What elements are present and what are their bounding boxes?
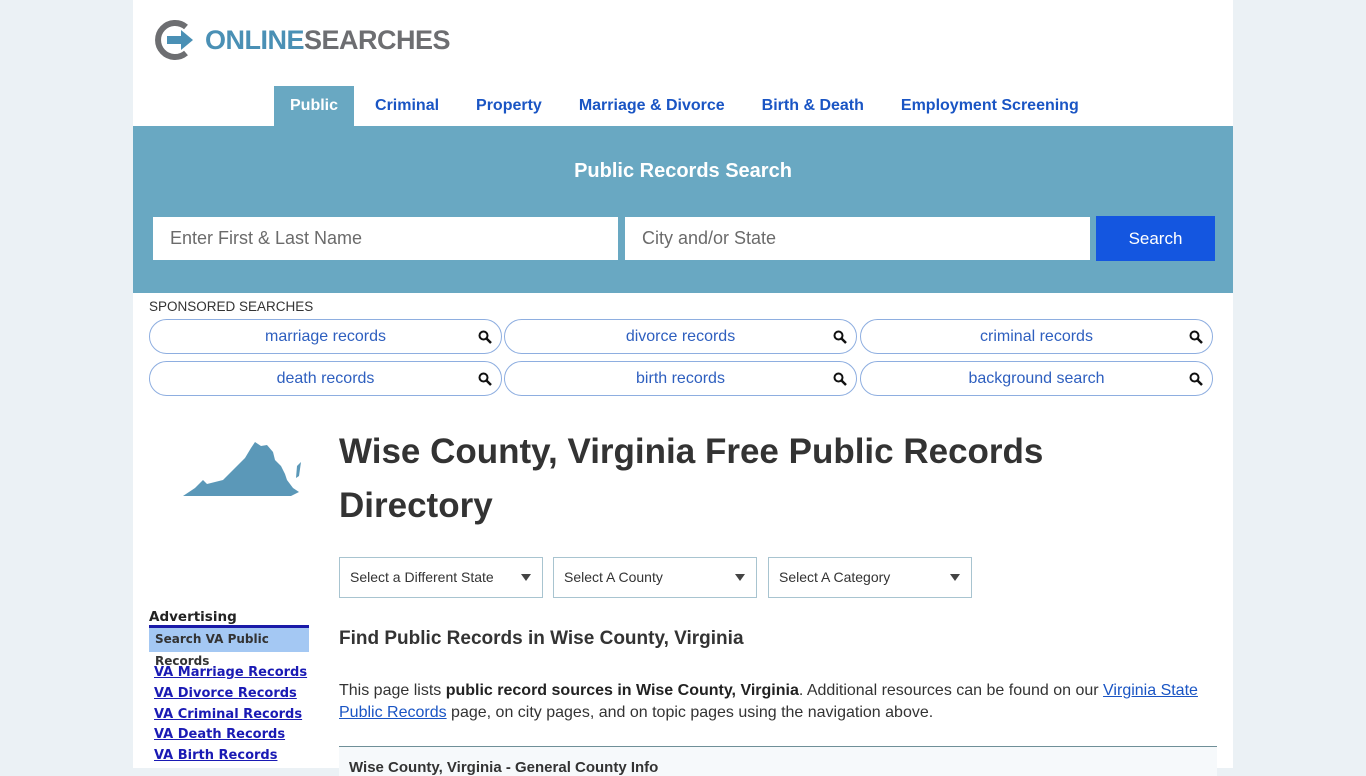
logo-text-online: ONLINE [205,24,305,55]
sidebar-link-death[interactable]: VA Death Records [154,727,285,742]
search-hero: Public Records Search Search [133,126,1233,293]
sponsored-search-pill[interactable]: background search [860,361,1213,396]
search-icon [478,372,492,386]
county-select[interactable]: Select A County [553,557,757,598]
sponsored-search-pill[interactable]: death records [149,361,502,396]
state-select[interactable]: Select a Different State [339,557,543,598]
pill-label: birth records [636,370,725,387]
sidebar-link-divorce[interactable]: VA Divorce Records [154,686,297,701]
intro-text: This page lists [339,682,446,699]
intro-paragraph: This page lists public record sources in… [339,680,1219,724]
logo[interactable]: ONLINESEARCHES [153,18,451,62]
category-select-value: Select A Category [779,569,891,585]
nav-property[interactable]: Property [460,86,558,126]
sidebar-link-marriage[interactable]: VA Marriage Records [154,665,307,680]
city-state-input[interactable] [625,217,1090,260]
nav-marriage-divorce[interactable]: Marriage & Divorce [563,86,741,126]
county-select-value: Select A County [564,569,663,585]
pill-label: criminal records [980,328,1093,345]
advertising-heading: Advertising [149,609,237,625]
sponsored-search-pill[interactable]: marriage records [149,319,502,354]
search-icon [478,330,492,344]
sidebar-link-criminal[interactable]: VA Criminal Records [154,707,302,722]
intro-bold-text: public record sources in Wise County, Vi… [445,682,799,699]
sidebar-link-birth[interactable]: VA Birth Records [154,748,277,763]
name-input[interactable] [153,217,618,260]
section-heading: Find Public Records in Wise County, Virg… [339,628,744,649]
sponsored-search-pill[interactable]: birth records [504,361,857,396]
intro-text: . Additional resources can be found on o… [798,682,1104,699]
category-select[interactable]: Select A Category [768,557,972,598]
hero-title: Public Records Search [574,160,792,182]
chevron-down-icon [521,574,531,581]
search-button[interactable]: Search [1096,216,1215,261]
nav-employment-screening[interactable]: Employment Screening [885,86,1095,126]
pill-label: background search [968,370,1105,387]
state-select-value: Select a Different State [350,569,494,585]
main-nav: Public Criminal Property Marriage & Divo… [274,86,1100,126]
search-icon [1189,372,1203,386]
page-title: Wise County, Virginia Free Public Record… [339,432,1044,525]
search-icon [833,372,847,386]
nav-public[interactable]: Public [274,86,355,126]
chevron-down-icon [950,574,960,581]
intro-text: page, on city pages, and on topic pages … [446,704,934,721]
page-container: ONLINESEARCHES Public Criminal Property … [133,0,1233,776]
county-info-box: Wise County, Virginia - General County I… [339,746,1217,776]
pill-label: marriage records [265,328,386,345]
chevron-down-icon [735,574,745,581]
search-icon [1189,330,1203,344]
sponsored-search-pill[interactable]: criminal records [860,319,1213,354]
advertising-box-title: Search VA Public Records [149,628,309,668]
sponsored-search-pill[interactable]: divorce records [504,319,857,354]
pill-label: divorce records [625,328,736,345]
logo-icon [155,20,193,60]
nav-birth-death[interactable]: Birth & Death [746,86,880,126]
virginia-map-icon [183,442,301,496]
search-icon [833,330,847,344]
pill-label: death records [276,370,375,387]
logo-text: ONLINESEARCHES [205,24,451,56]
sponsored-searches-label: SPONSORED SEARCHES [149,299,314,314]
logo-text-searches: SEARCHES [304,24,451,55]
nav-criminal[interactable]: Criminal [359,86,455,126]
